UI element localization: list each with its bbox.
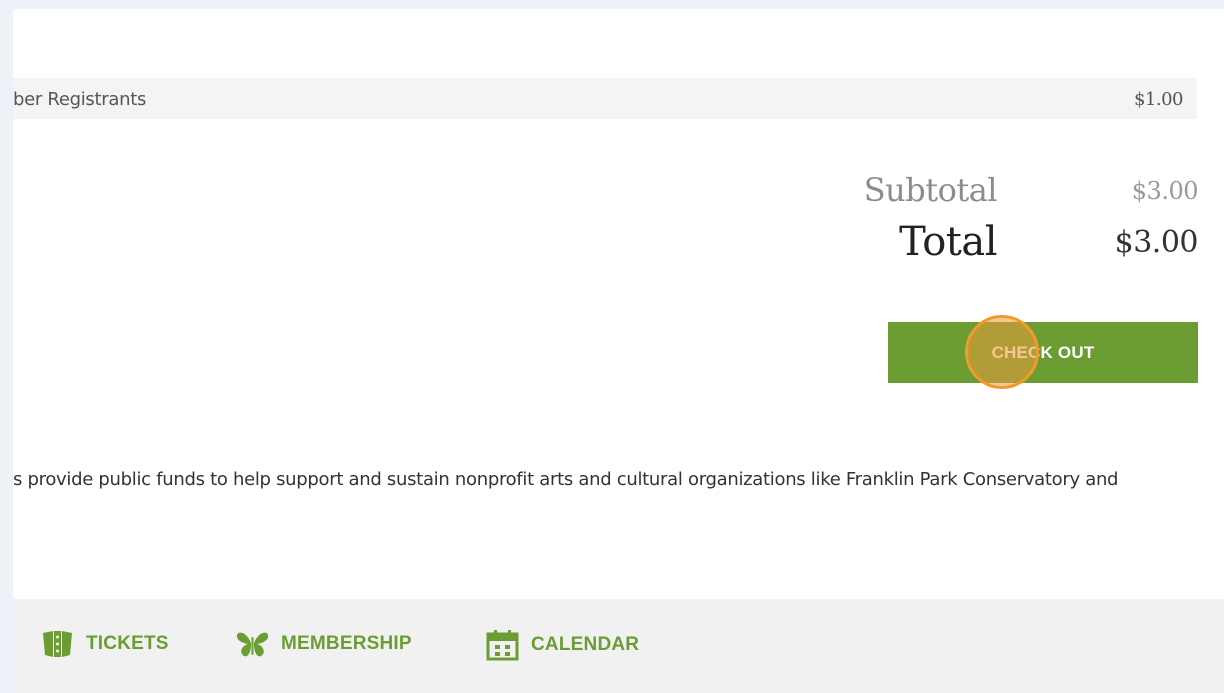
butterfly-icon (236, 629, 269, 659)
footer-link-membership[interactable]: MEMBERSHIP (236, 629, 412, 659)
cart-line-item: ber Registrants $1.00 (13, 78, 1197, 119)
page-content: ber Registrants $1.00 Subtotal $3.00 Tot… (13, 9, 1224, 693)
footer-link-tickets[interactable]: TICKETS (41, 629, 169, 659)
line-item-price: $1.00 (1133, 89, 1184, 110)
calendar-icon (486, 629, 519, 661)
footer-link-calendar-label: CALENDAR (531, 634, 640, 655)
checkout-button[interactable]: CHECK OUT (888, 322, 1198, 383)
tickets-icon (41, 629, 74, 659)
funding-footnote: s provide public funds to help support a… (13, 469, 1119, 490)
subtotal-label: Subtotal (863, 171, 998, 209)
subtotal-value: $3.00 (1131, 177, 1199, 205)
footer-link-tickets-label: TICKETS (86, 633, 169, 654)
footer-link-calendar[interactable]: CALENDAR (486, 629, 639, 661)
line-item-label: ber Registrants (13, 89, 147, 110)
footer-link-membership-label: MEMBERSHIP (281, 633, 412, 654)
total-label: Total (899, 219, 997, 265)
total-value: $3.00 (1114, 225, 1199, 260)
footer-nav: TICKETS MEMBERSHIP CALENDAR (13, 599, 1224, 693)
